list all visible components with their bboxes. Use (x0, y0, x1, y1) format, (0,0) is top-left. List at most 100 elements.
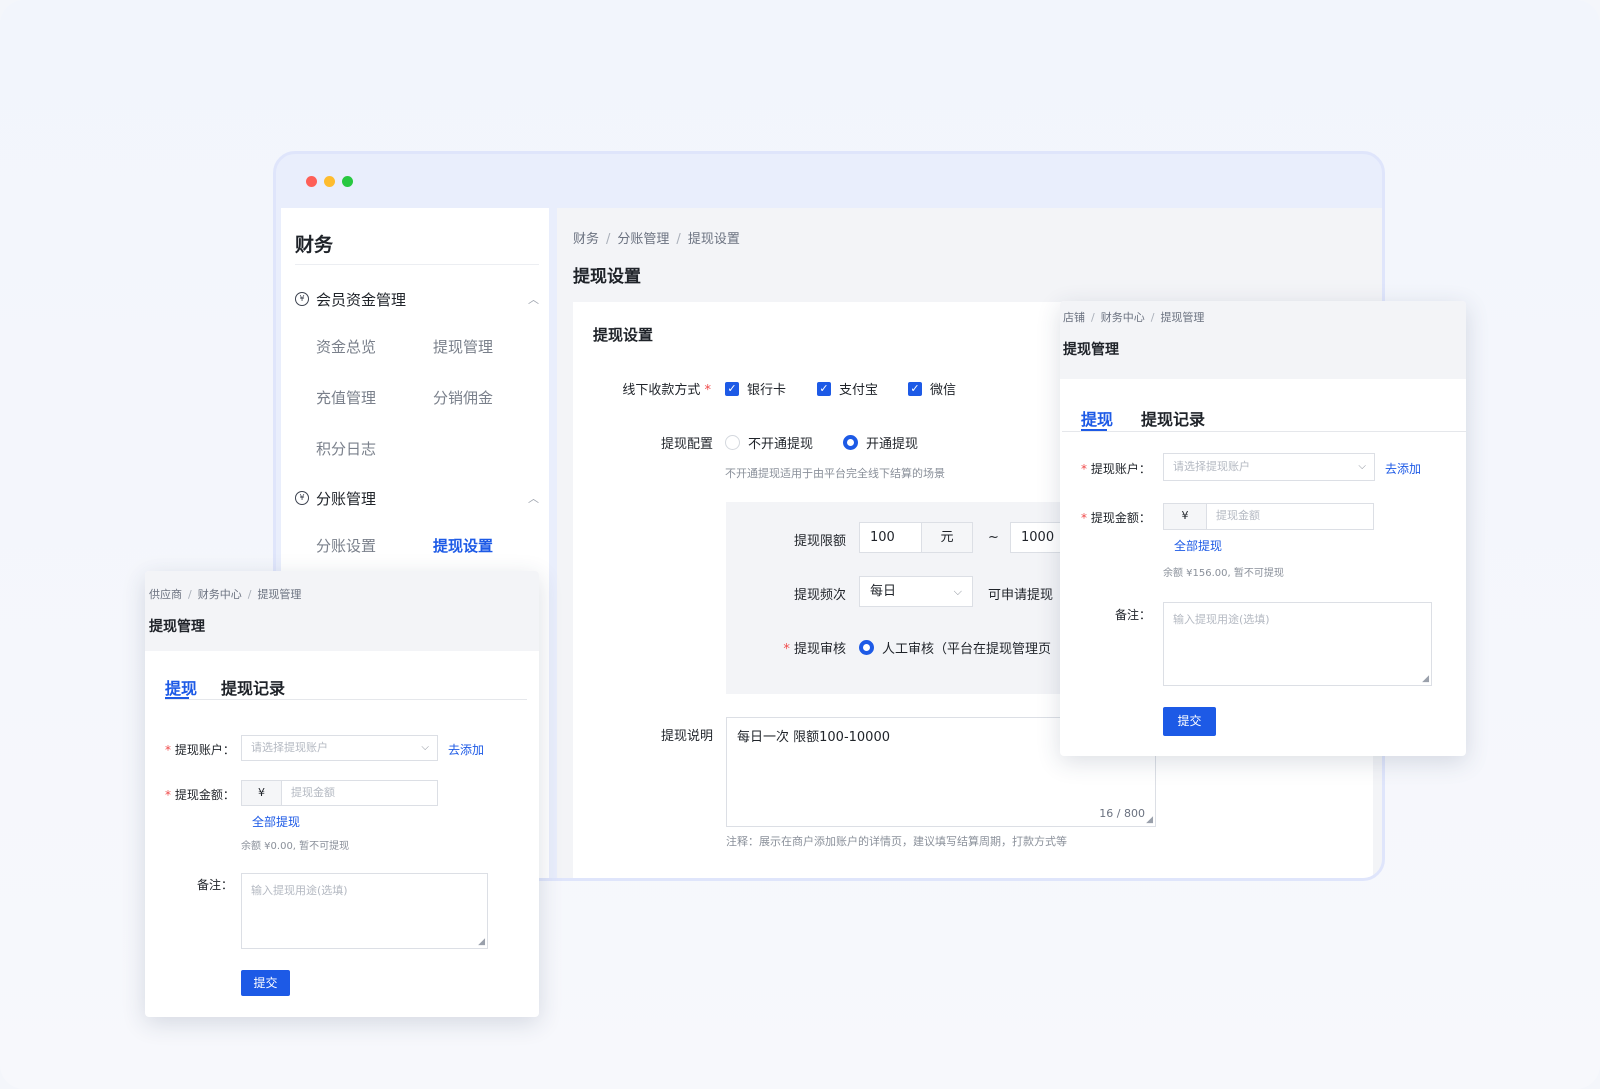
add-account-link[interactable]: 去添加 (1385, 460, 1421, 477)
checkbox-bank-card[interactable]: ✓ 银行卡 (725, 379, 786, 398)
submit-button[interactable]: 提交 (241, 970, 290, 996)
frequency-select[interactable]: 每日 ⌵ (859, 576, 973, 607)
sidebar-group-split[interactable]: ¥ 分账管理 ︿ (295, 486, 539, 510)
tab-withdraw-records[interactable]: 提现记录 (221, 675, 285, 699)
breadcrumb-item[interactable]: 店铺 (1063, 311, 1085, 324)
radio-manual-review[interactable]: 人工审核（平台在提现管理页 (859, 638, 1051, 657)
dialog-header (145, 571, 539, 651)
resize-handle-icon[interactable]: ◢ (478, 937, 485, 947)
review-label: * 提现审核 (783, 642, 846, 657)
radio-selected-icon (859, 640, 874, 655)
checkbox-checked-icon: ✓ (817, 381, 831, 396)
breadcrumb: 店铺 / 财务中心 / 提现管理 (1063, 311, 1205, 324)
currency-addon: ¥ (1163, 503, 1207, 530)
radio-selected-icon (843, 435, 858, 450)
sidebar-title: 财务 (295, 234, 334, 256)
sidebar-item-recharge[interactable]: 充值管理 (316, 387, 376, 408)
sidebar-item-commission[interactable]: 分销佣金 (433, 387, 493, 408)
sidebar-item-points-log[interactable]: 积分日志 (316, 438, 376, 459)
store-withdraw-dialog: 店铺 / 财务中心 / 提现管理 提现管理 提现 提现记录 * 提现账户： 请选择提现账… (1060, 301, 1466, 756)
sidebar-divider (295, 264, 539, 265)
checkbox-checked-icon: ✓ (908, 381, 922, 396)
limit-unit: 元 (921, 522, 973, 553)
radio-disable-withdraw[interactable]: 不开通提现 (725, 433, 813, 452)
breadcrumb: 供应商 / 财务中心 / 提现管理 (149, 588, 302, 601)
amount-label: * 提现金额： (1081, 511, 1151, 525)
radio-unselected-icon (725, 435, 740, 450)
dialog-title: 提现管理 (1063, 342, 1119, 358)
sidebar-item-split-settings[interactable]: 分账设置 (316, 535, 376, 556)
amount-input[interactable]: 提现金额 (1206, 503, 1374, 530)
maximize-window-dot[interactable] (342, 176, 353, 187)
dialog-title: 提现管理 (149, 619, 205, 635)
radio-enable-withdraw[interactable]: 开通提现 (843, 433, 918, 452)
breadcrumb: 财务 / 分账管理 / 提现设置 (573, 232, 740, 247)
description-value: 每日一次 限额100-10000 (737, 730, 890, 745)
sidebar-item-withdraw-settings[interactable]: 提现设置 (433, 535, 493, 556)
remark-textarea[interactable]: 输入提现用途(选填) ◢ (241, 873, 488, 949)
balance-hint: 余额 ¥156.00, 暂不可提现 (1163, 568, 1284, 579)
sidebar-item-withdraw-manage[interactable]: 提现管理 (433, 336, 493, 357)
breadcrumb-item[interactable]: 分账管理 (617, 232, 669, 247)
limit-min-input[interactable]: 100 (859, 522, 922, 553)
withdraw-config-label: 提现配置 (660, 437, 713, 452)
remark-textarea[interactable]: 输入提现用途(选填) ◢ (1163, 602, 1432, 686)
supplier-withdraw-dialog: 供应商 / 财务中心 / 提现管理 提现管理 提现 提现记录 * 提现账户： 请选择提现… (145, 571, 539, 1017)
breadcrumb-item[interactable]: 财务中心 (198, 588, 242, 601)
breadcrumb-item[interactable]: 供应商 (149, 588, 182, 601)
resize-handle-icon[interactable]: ◢ (1146, 815, 1153, 825)
submit-button[interactable]: 提交 (1163, 707, 1216, 736)
chevron-down-icon: ⌵ (421, 742, 429, 753)
chevron-down-icon: ⌵ (1358, 461, 1366, 472)
chevron-down-icon: ⌵ (953, 585, 962, 598)
breadcrumb-item[interactable]: 财务 (573, 232, 599, 247)
currency-circle-icon: ¥ (295, 292, 309, 306)
close-window-dot[interactable] (306, 176, 317, 187)
sidebar-group-member-funds[interactable]: ¥ 会员资金管理 ︿ (295, 287, 539, 311)
card-title: 提现设置 (593, 326, 654, 344)
currency-refresh-icon: ¥ (295, 491, 309, 505)
checkbox-wechat[interactable]: ✓ 微信 (908, 379, 956, 398)
breadcrumb-item: 提现管理 (257, 588, 302, 601)
char-counter: 16 / 800 (1099, 807, 1145, 820)
description-note: 注释：展示在商户添加账户的详情页，建议填写结算周期，打款方式等 (726, 835, 1067, 848)
chevron-up-icon: ︿ (528, 293, 539, 306)
breadcrumb-item: 提现设置 (687, 232, 740, 247)
account-label: * 提现账户： (1081, 462, 1151, 476)
balance-hint: 余额 ¥0.00, 暂不可提现 (241, 841, 350, 852)
withdraw-all-link[interactable]: 全部提现 (252, 813, 300, 830)
window-controls (306, 176, 353, 187)
sidebar-group-label: 分账管理 (316, 489, 377, 508)
limit-range-tilde: ~ (988, 530, 999, 545)
withdraw-all-link[interactable]: 全部提现 (1174, 537, 1222, 554)
limit-label: 提现限额 (793, 534, 846, 549)
chevron-up-icon: ︿ (528, 492, 539, 505)
checkbox-checked-icon: ✓ (725, 381, 739, 396)
tab-divider (1062, 431, 1466, 432)
checkbox-alipay[interactable]: ✓ 支付宝 (817, 379, 878, 398)
minimize-window-dot[interactable] (324, 176, 335, 187)
sidebar-item-fund-overview[interactable]: 资金总览 (316, 336, 376, 357)
account-select[interactable]: 请选择提现账户 ⌵ (1163, 453, 1375, 481)
account-select[interactable]: 请选择提现账户 ⌵ (241, 735, 438, 761)
breadcrumb-item: 提现管理 (1160, 311, 1205, 324)
description-label: 提现说明 (660, 729, 713, 744)
tab-divider (165, 699, 527, 700)
remark-label: 备注： (197, 878, 234, 892)
frequency-label: 提现频次 (793, 588, 846, 603)
amount-label: * 提现金额： (165, 788, 235, 802)
tab-withdraw-records[interactable]: 提现记录 (1141, 406, 1205, 430)
remark-label: 备注： (1115, 608, 1152, 622)
add-account-link[interactable]: 去添加 (448, 741, 484, 758)
tab-withdraw[interactable]: 提现 (1081, 406, 1113, 430)
sidebar-group-label: 会员资金管理 (316, 290, 407, 309)
resize-handle-icon[interactable]: ◢ (1422, 674, 1429, 684)
withdraw-config-hint: 不开通提现适用于由平台完全线下结算的场景 (725, 467, 945, 480)
amount-input[interactable]: 提现金额 (281, 780, 438, 806)
account-label: * 提现账户： (165, 743, 235, 757)
tab-withdraw[interactable]: 提现 (165, 675, 197, 699)
frequency-suffix: 可申请提现 (988, 588, 1054, 603)
payment-method-label: 线下收款方式 * (622, 383, 711, 398)
breadcrumb-item[interactable]: 财务中心 (1101, 311, 1145, 324)
currency-addon: ¥ (241, 780, 282, 806)
